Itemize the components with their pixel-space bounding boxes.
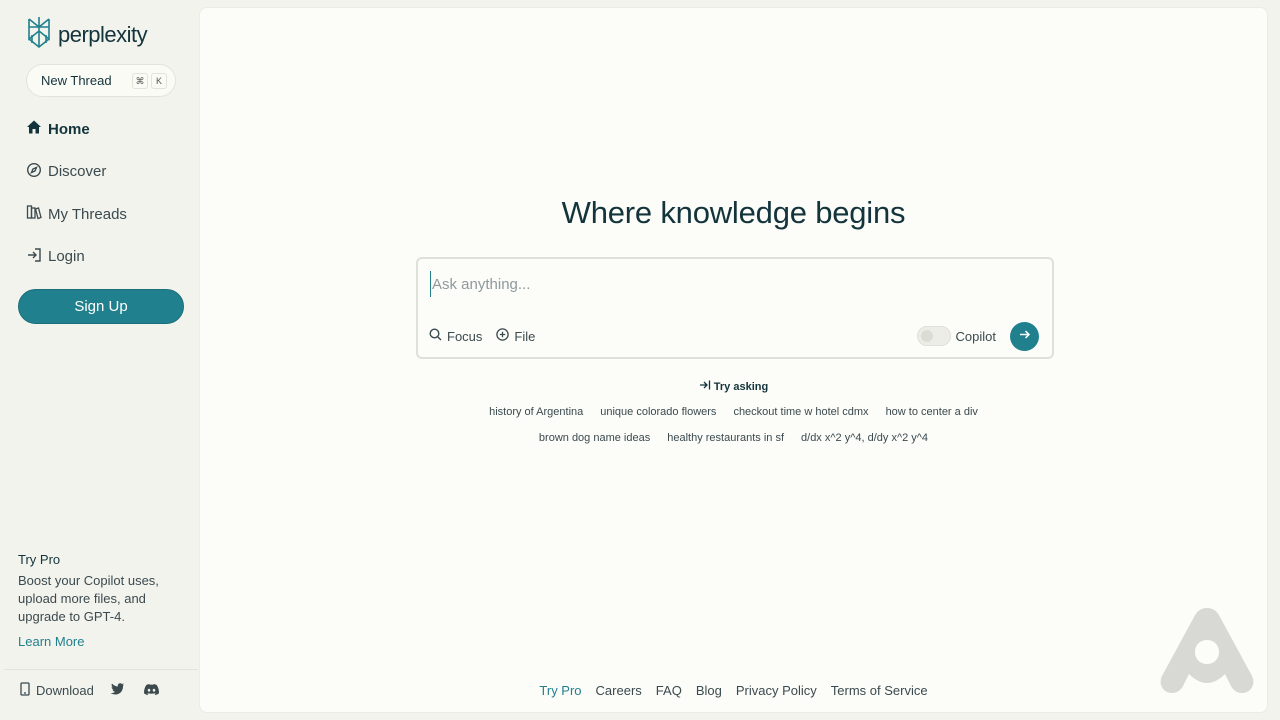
kbd-k: K — [151, 73, 167, 89]
suggestion-chip[interactable]: d/dx x^2 y^4, d/dy x^2 y^4 — [801, 432, 928, 444]
try-pro-panel: Try Pro Boost your Copilot uses, upload … — [18, 552, 178, 649]
learn-more-link[interactable]: Learn More — [18, 634, 178, 649]
footer-link-careers[interactable]: Careers — [596, 683, 642, 698]
discord-icon[interactable] — [143, 683, 159, 698]
app-window: perplexity New Thread ⌘ K Home Discover — [0, 0, 1280, 720]
kbd-cmd: ⌘ — [132, 73, 148, 89]
sidebar-item-label: Discover — [48, 163, 107, 180]
suggestion-chip[interactable]: history of Argentina — [489, 406, 583, 418]
sidebar: perplexity New Thread ⌘ K Home Discover — [4, 0, 198, 720]
download-label: Download — [36, 683, 94, 698]
sidebar-item-label: Login — [48, 248, 85, 265]
watermark-logo-icon — [1158, 606, 1256, 694]
sidebar-item-my-threads[interactable]: My Threads — [26, 201, 127, 227]
sidebar-footer: Download — [20, 682, 159, 699]
suggestion-chip[interactable]: unique colorado flowers — [600, 406, 716, 418]
footer-link-try-pro[interactable]: Try Pro — [539, 683, 581, 698]
logo[interactable]: perplexity — [26, 16, 148, 53]
try-pro-description: Boost your Copilot uses, upload more fil… — [18, 573, 159, 624]
shortcut-hint: ⌘ K — [129, 73, 167, 89]
suggestion-chip[interactable]: brown dog name ideas — [539, 432, 650, 444]
search-box: Focus File Copilot — [416, 257, 1054, 359]
copilot-toggle-group: Copilot — [916, 326, 996, 346]
sidebar-item-discover[interactable]: Discover — [26, 159, 127, 185]
search-input[interactable] — [430, 271, 1030, 297]
phone-icon — [20, 682, 30, 699]
perplexity-logo-icon — [26, 16, 52, 53]
search-tools: Focus File — [429, 328, 535, 344]
divider — [4, 669, 198, 670]
copilot-toggle[interactable] — [916, 326, 951, 346]
sidebar-item-label: My Threads — [48, 205, 127, 223]
footer-link-faq[interactable]: FAQ — [656, 683, 682, 698]
file-label: File — [514, 328, 536, 344]
file-button[interactable]: File — [496, 328, 535, 344]
suggestions-row-2: brown dog name ideas healthy restaurants… — [200, 432, 1267, 444]
footer-link-blog[interactable]: Blog — [696, 683, 722, 698]
submit-button[interactable] — [1010, 322, 1039, 351]
copilot-label: Copilot — [955, 328, 996, 344]
footer-link-terms[interactable]: Terms of Service — [831, 683, 928, 698]
sidebar-item-label: Home — [48, 120, 90, 138]
footer-link-privacy[interactable]: Privacy Policy — [736, 683, 817, 698]
sign-up-button[interactable]: Sign Up — [18, 289, 184, 324]
try-asking-label: Try asking — [713, 380, 769, 393]
try-pro-title: Try Pro — [18, 552, 61, 567]
focus-label: Focus — [447, 328, 483, 344]
focus-button[interactable]: Focus — [429, 328, 482, 344]
footer-links: Try Pro Careers FAQ Blog Privacy Policy … — [200, 683, 1267, 698]
page-title: Where knowledge begins — [561, 195, 906, 230]
login-icon — [26, 247, 42, 267]
search-icon — [429, 328, 442, 344]
compass-icon — [26, 162, 42, 182]
try-asking-heading: Try asking — [200, 379, 1267, 394]
sidebar-nav: Home Discover My Threads Login — [26, 116, 127, 286]
arrow-right-icon — [1018, 328, 1031, 346]
plus-circle-icon — [496, 328, 510, 344]
suggestions-row-1: history of Argentina unique colorado flo… — [200, 406, 1267, 418]
main-panel: Where knowledge begins Focus File — [199, 7, 1268, 713]
download-link[interactable]: Download — [20, 682, 94, 699]
new-thread-label: New Thread — [41, 73, 112, 88]
twitter-icon[interactable] — [110, 683, 124, 698]
home-icon — [26, 119, 42, 139]
new-thread-button[interactable]: New Thread ⌘ K — [26, 64, 176, 97]
suggestion-chip[interactable]: healthy restaurants in sf — [667, 432, 784, 444]
logo-text: perplexity — [58, 21, 148, 47]
enter-arrow-icon — [699, 379, 711, 394]
sidebar-item-home[interactable]: Home — [26, 116, 127, 142]
sidebar-item-login[interactable]: Login — [26, 244, 127, 270]
library-icon — [26, 204, 42, 224]
suggestion-chip[interactable]: how to center a div — [886, 406, 978, 418]
suggestion-chip[interactable]: checkout time w hotel cdmx — [733, 406, 868, 418]
